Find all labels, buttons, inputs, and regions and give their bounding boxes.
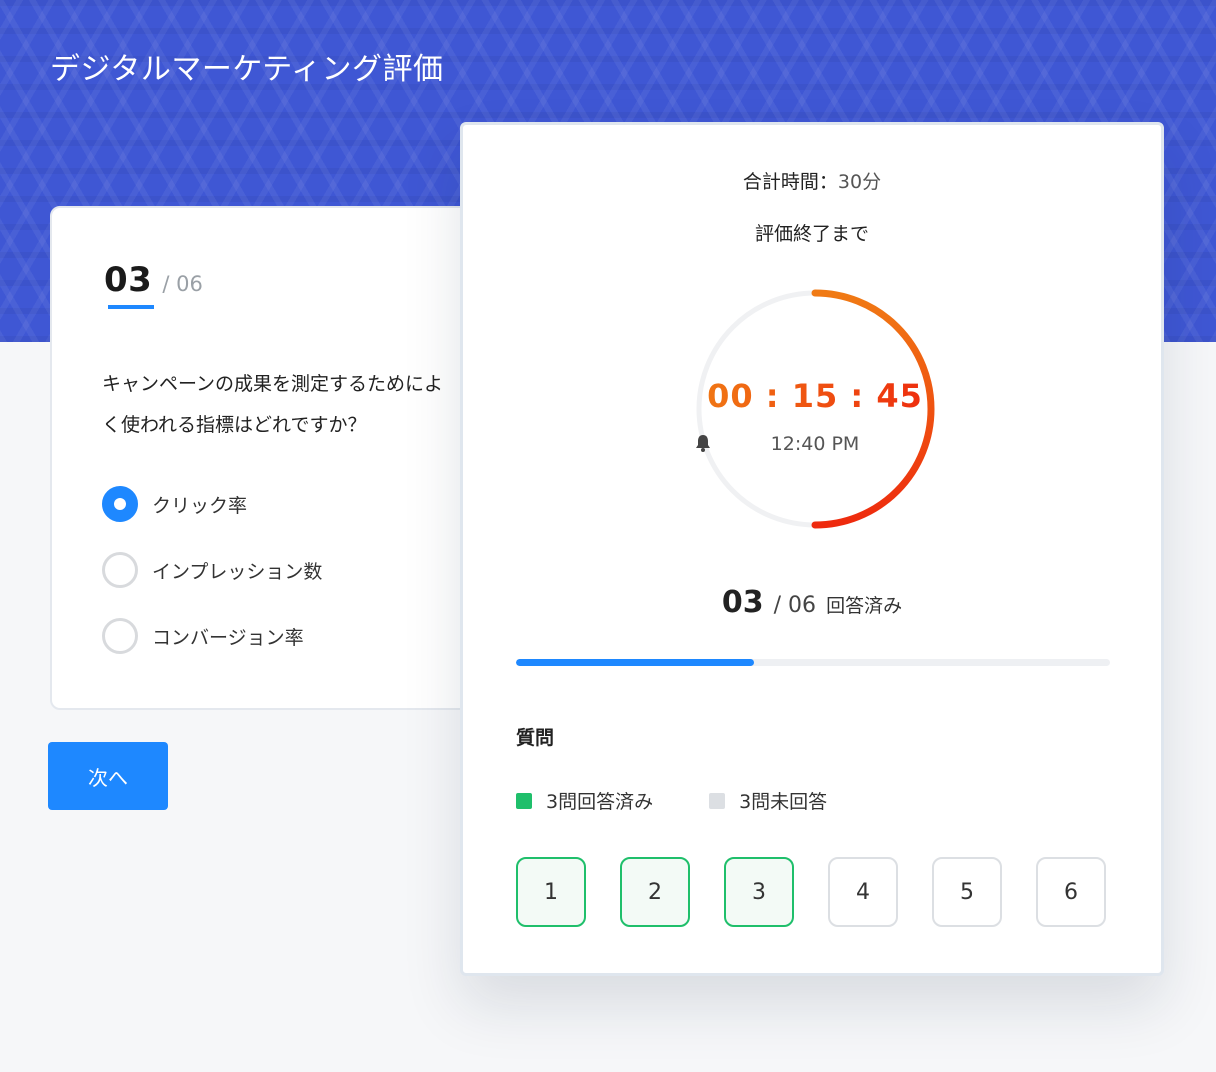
option-conversion-rate[interactable]: コンバージョン率	[102, 618, 322, 654]
question-nav-2[interactable]: 2	[620, 857, 690, 927]
answer-options: クリック率 インプレッション数 コンバージョン率	[102, 486, 322, 684]
question-number-underline	[108, 305, 154, 309]
alarm-time-text: 12:40 PM	[770, 433, 860, 455]
total-time: 合計時間：30分	[463, 167, 1161, 194]
total-time-label: 合計時間：	[742, 171, 838, 193]
page-title: デジタルマーケティング評価	[50, 52, 444, 87]
timer-progress-panel: 合計時間：30分 評価終了まで 00 : 15 : 45 12:40 PM 03…	[460, 122, 1164, 976]
option-label: インプレッション数	[152, 560, 323, 583]
option-click-rate[interactable]: クリック率	[102, 486, 322, 522]
until-end-label: 評価終了まで	[754, 223, 869, 245]
answered-count: 03 / 06 回答済み	[463, 585, 1161, 620]
legend-swatch-unanswered	[709, 792, 726, 809]
progress-bar	[516, 659, 1110, 666]
legend-swatch-answered	[516, 792, 532, 809]
question-card: 03 / 06 キャンペーンの成果を測定するためによく使われる指標はどれですか？…	[50, 206, 510, 710]
question-nav-3[interactable]: 3	[724, 857, 794, 927]
question-nav-4[interactable]: 4	[828, 857, 898, 927]
radio-button[interactable]	[102, 618, 138, 654]
progress-bar-fill	[516, 659, 754, 666]
alarm-time: 12:40 PM	[693, 433, 937, 455]
question-current-number: 03	[104, 260, 153, 300]
radio-button[interactable]	[102, 486, 138, 522]
question-navigator: 1 2 3 4 5 6	[516, 857, 1106, 927]
answered-current: 03	[721, 585, 764, 620]
question-nav-5[interactable]: 5	[932, 857, 1002, 927]
option-label: クリック率	[152, 494, 248, 517]
question-nav-1[interactable]: 1	[516, 857, 586, 927]
questions-legend: 3問回答済み 3問未回答	[516, 787, 883, 814]
legend-answered: 3問回答済み	[516, 787, 653, 814]
option-impressions[interactable]: インプレッション数	[102, 552, 322, 588]
total-time-value: 30分	[837, 171, 882, 193]
legend-answered-label: 3問回答済み	[546, 791, 654, 813]
answered-total: / 06	[773, 593, 817, 618]
legend-unanswered-label: 3問未回答	[739, 791, 828, 813]
option-label: コンバージョン率	[152, 626, 304, 649]
questions-heading: 質問	[516, 727, 555, 749]
legend-unanswered: 3問未回答	[709, 787, 827, 814]
question-counter: 03 / 06	[104, 260, 203, 300]
countdown-timer: 00 : 15 : 45 12:40 PM	[693, 287, 937, 531]
question-nav-6[interactable]: 6	[1036, 857, 1106, 927]
next-button[interactable]: 次へ	[48, 742, 168, 810]
radio-button[interactable]	[102, 552, 138, 588]
answered-label: 回答済み	[826, 595, 903, 617]
timer-remaining: 00 : 15 : 45	[693, 377, 937, 415]
bell-icon	[696, 435, 710, 452]
question-text: キャンペーンの成果を測定するためによく使われる指標はどれですか？	[102, 373, 444, 436]
question-total-number: / 06	[162, 272, 203, 296]
